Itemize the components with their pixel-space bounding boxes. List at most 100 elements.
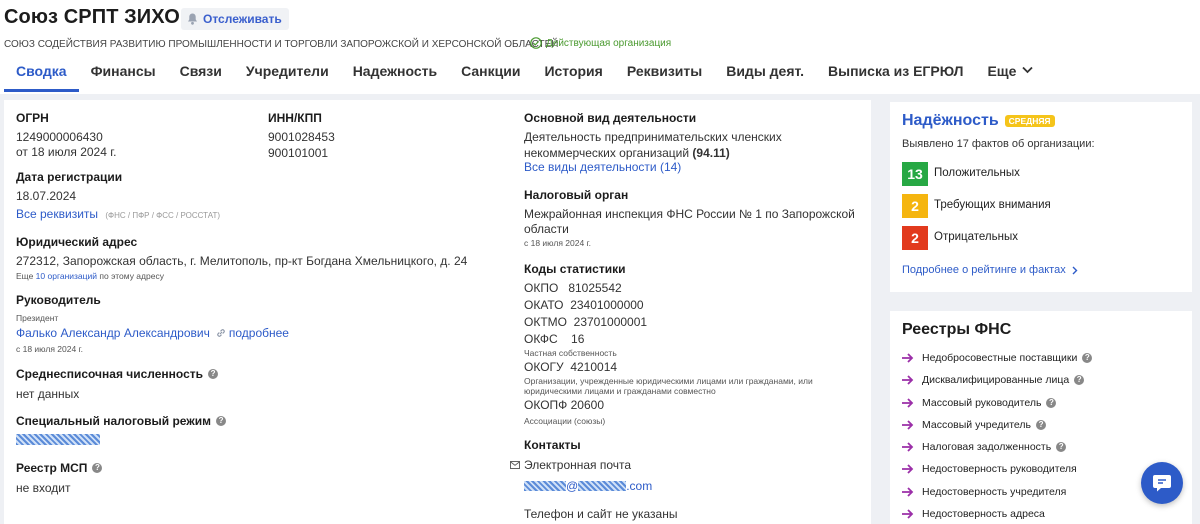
arrow-right-icon xyxy=(902,353,914,363)
address-label: Юридический адрес xyxy=(16,235,138,249)
tab-more-label: Еще xyxy=(987,63,1017,79)
tab-activities[interactable]: Виды деят. xyxy=(714,62,816,92)
address-more: Еще 10 организаций по этому адресу xyxy=(16,271,164,281)
positive-count: 13 xyxy=(902,162,928,186)
help-icon[interactable]: ? xyxy=(1046,398,1057,408)
registry-label: Недостоверность руководителя xyxy=(922,463,1077,475)
email-at: @ xyxy=(566,479,579,493)
tab-reliability[interactable]: Надежность xyxy=(341,62,449,92)
tab-links[interactable]: Связи xyxy=(168,62,234,92)
full-org-name: СОЮЗ СОДЕЙСТВИЯ РАЗВИТИЮ ПРОМЫШЛЕННОСТИ … xyxy=(4,39,559,50)
arrow-right-icon xyxy=(902,487,914,497)
help-icon[interactable]: ? xyxy=(1074,375,1085,385)
inn-value: 9001028453 xyxy=(268,130,335,144)
summary-card: ОГРН 1249000006430 от 18 июля 2024 г. Да… xyxy=(4,100,871,524)
registry-label: Налоговая задолженность xyxy=(922,441,1052,453)
arrow-right-icon xyxy=(902,398,914,408)
tab-egrul[interactable]: Выписка из ЕГРЮЛ xyxy=(816,62,975,92)
tab-sanctions[interactable]: Санкции xyxy=(449,62,532,92)
activity-label: Основной вид деятельности xyxy=(524,111,697,125)
tax-office-line2: области xyxy=(524,222,569,236)
head-date: с 18 июля 2024 г. xyxy=(16,344,83,354)
bell-icon xyxy=(188,13,197,25)
registry-label: Массовый учредитель xyxy=(922,419,1032,431)
help-icon[interactable]: ? xyxy=(208,369,219,379)
all-activities-link[interactable]: Все виды деятельности (14) xyxy=(524,160,681,174)
registry-item[interactable]: Массовый учредитель? xyxy=(902,419,1047,431)
registries-title: Реестры ФНС xyxy=(902,321,1012,338)
okopf-value: 20600 xyxy=(570,398,604,412)
okogu-value: 4210014 xyxy=(570,360,618,374)
tax-regime-hidden-value[interactable] xyxy=(16,434,100,445)
address-value: 272312, Запорожская область, г. Мелитопо… xyxy=(16,254,468,268)
registry-label: Недостоверность учредителя xyxy=(922,486,1067,498)
okogu-row: ОКОГУ 4210014 xyxy=(524,360,617,374)
msp-label: Реестр МСП? xyxy=(16,461,103,475)
email-tld: .com xyxy=(626,479,653,493)
head-name-link[interactable]: Фалько Александр Александрович xyxy=(16,326,210,340)
registry-item[interactable]: Дисквалифицированные лица? xyxy=(902,374,1085,386)
chat-button[interactable] xyxy=(1141,462,1183,504)
head-more-link[interactable]: подробнее xyxy=(229,326,289,340)
email-hidden-domain xyxy=(578,481,627,491)
ogrn-date: от 18 июля 2024 г. xyxy=(16,145,117,159)
tab-requisites[interactable]: Реквизиты xyxy=(615,62,714,92)
tab-more[interactable]: Еще xyxy=(975,62,1045,92)
reliability-badge: СРЕДНЯЯ xyxy=(1004,114,1055,127)
registry-label: Дисквалифицированные лица xyxy=(922,374,1070,386)
tax-office-date: с 18 июля 2024 г. xyxy=(524,238,591,248)
help-icon[interactable]: ? xyxy=(1082,353,1093,363)
head-label: Руководитель xyxy=(16,293,101,307)
staff-label-text: Среднесписочная численность xyxy=(16,367,204,381)
registry-item[interactable]: Недостоверность руководителя xyxy=(902,463,1077,475)
okogu-label: ОКОГУ xyxy=(524,360,564,374)
registry-item[interactable]: Недостоверность учредителя xyxy=(902,486,1066,498)
all-requisites-link[interactable]: Все реквизиты xyxy=(16,207,98,221)
reliability-title[interactable]: Надёжность xyxy=(902,112,999,129)
staff-label: Среднесписочная численность? xyxy=(16,367,219,381)
tab-summary[interactable]: Сводка xyxy=(0,62,79,92)
follow-label: Отслеживать xyxy=(203,12,282,26)
contacts-label: Контакты xyxy=(524,438,581,452)
registry-item[interactable]: Массовый руководитель? xyxy=(902,397,1057,409)
attention-label[interactable]: Требующих внимания xyxy=(934,199,1051,211)
registry-label: Недобросовестные поставщики xyxy=(922,352,1078,364)
activity-line2: некоммерческих организаций (94.11) xyxy=(524,146,730,160)
registry-item[interactable]: Недобросовестные поставщики? xyxy=(902,352,1093,364)
email-link[interactable]: @ .com xyxy=(524,479,652,493)
oktmo-value: 23701000001 xyxy=(573,315,648,329)
negative-label[interactable]: Отрицательных xyxy=(934,231,1018,243)
chat-icon xyxy=(1153,475,1171,492)
reg-date-value: 18.07.2024 xyxy=(16,189,77,203)
status-text: Действующая организация xyxy=(546,37,672,49)
address-orgs-link[interactable]: 10 организаций xyxy=(36,271,97,281)
tab-bar: Сводка Финансы Связи Учредители Надежнос… xyxy=(0,62,1045,92)
kpp-value: 900101001 xyxy=(268,146,329,160)
okfs-label: ОКФС xyxy=(524,332,558,346)
rating-details-link[interactable]: Подробнее о рейтинге и фактах xyxy=(902,264,1078,276)
tab-history[interactable]: История xyxy=(532,62,614,92)
attention-count: 2 xyxy=(902,194,928,218)
check-circle-icon xyxy=(530,37,542,49)
rating-details-label: Подробнее о рейтинге и фактах xyxy=(902,264,1066,276)
phone-site-text: Телефон и сайт не указаны xyxy=(524,507,678,521)
positive-label[interactable]: Положительных xyxy=(934,167,1020,179)
reliability-card: Надёжность СРЕДНЯЯ Выявлено 17 фактов об … xyxy=(890,102,1192,292)
page-header: Союз СРПТ ЗИХО Отслеживать СОЮЗ СОДЕЙСТВ… xyxy=(0,0,1200,94)
negative-count: 2 xyxy=(902,226,928,250)
help-icon[interactable]: ? xyxy=(1056,442,1067,452)
okpo-label: ОКПО xyxy=(524,281,559,295)
help-icon[interactable]: ? xyxy=(1036,420,1047,430)
registry-item[interactable]: Налоговая задолженность? xyxy=(902,441,1067,453)
staff-value: нет данных xyxy=(16,387,80,401)
email-label: Электронная почта xyxy=(524,458,632,472)
address-more-suffix: по этому адресу xyxy=(99,271,164,281)
ogrn-label: ОГРН xyxy=(16,111,49,125)
tab-finance[interactable]: Финансы xyxy=(79,62,168,92)
tab-founders[interactable]: Учредители xyxy=(234,62,341,92)
follow-button[interactable]: Отслеживать xyxy=(181,8,289,30)
oktmo-label: ОКТМО xyxy=(524,315,567,329)
help-icon[interactable]: ? xyxy=(216,416,227,426)
registry-item[interactable]: Недостоверность адреса xyxy=(902,508,1045,520)
help-icon[interactable]: ? xyxy=(92,463,103,473)
